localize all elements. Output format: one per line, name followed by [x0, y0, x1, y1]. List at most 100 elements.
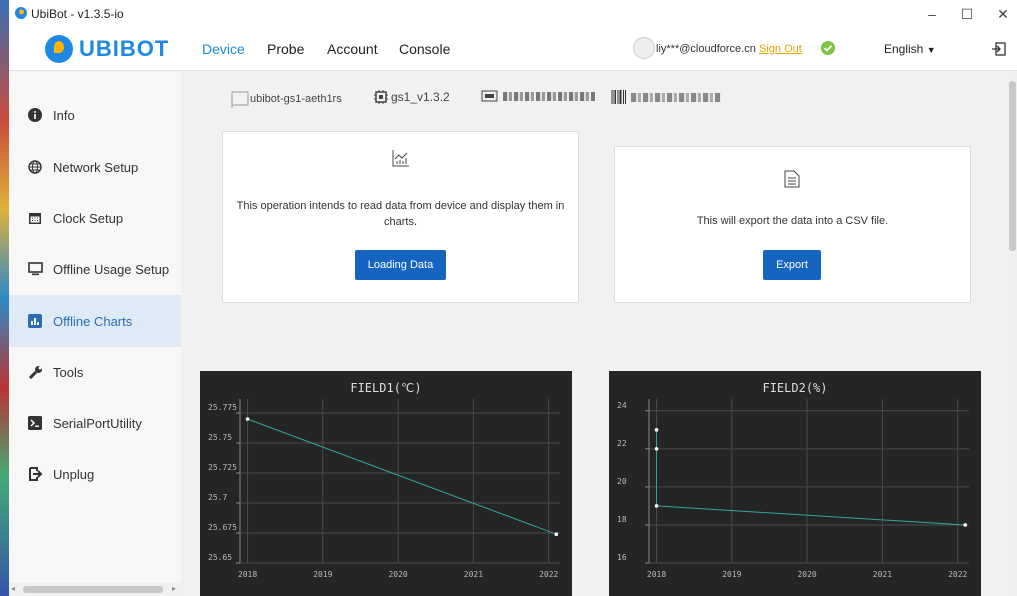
- terminal-icon: [27, 415, 43, 431]
- y-tick-label: 20: [617, 477, 627, 486]
- device-icon: [231, 91, 249, 108]
- chart-area-icon: [392, 150, 409, 167]
- sidebar-horizontal-scrollbar[interactable]: ◂ ▸: [9, 583, 181, 596]
- minimize-icon[interactable]: –: [925, 6, 939, 22]
- sidebar-item-unplug[interactable]: Unplug: [9, 448, 181, 500]
- loading-data-button[interactable]: Loading Data: [355, 250, 446, 280]
- scrollbar-thumb[interactable]: [1009, 81, 1016, 251]
- calendar-icon: [27, 210, 43, 226]
- y-tick-label: 18: [617, 515, 627, 524]
- data-point: [245, 417, 250, 421]
- nav-device[interactable]: Device: [202, 41, 245, 57]
- load-data-card: This operation intends to read data from…: [222, 131, 579, 303]
- nav-probe[interactable]: Probe: [267, 41, 304, 57]
- data-point: [654, 504, 659, 508]
- y-tick-label: 16: [617, 553, 627, 562]
- top-navbar: UBIBOT Device Probe Account Console liy*…: [9, 28, 1017, 71]
- caret-down-icon: ▼: [926, 45, 936, 55]
- x-tick-label: 2019: [722, 570, 741, 579]
- exit-icon[interactable]: [991, 41, 1007, 57]
- mac-icon: [481, 90, 498, 102]
- export-card: This will export the data into a CSV fil…: [614, 146, 971, 303]
- user-avatar[interactable]: [633, 37, 655, 59]
- sidebar-item-tools[interactable]: Tools: [9, 346, 181, 398]
- sidebar-item-clock-setup[interactable]: Clock Setup: [9, 192, 181, 244]
- maximize-icon[interactable]: ☐: [960, 6, 974, 23]
- x-tick-label: 2019: [313, 570, 332, 579]
- series-line: [656, 429, 966, 526]
- info-icon: [27, 107, 43, 123]
- y-tick-label: 25.775: [208, 403, 237, 412]
- sidebar-item-label: Info: [53, 107, 75, 123]
- logo-mark-icon: [45, 35, 73, 63]
- connected-check-icon: [821, 41, 835, 55]
- sidebar-item-label: Network Setup: [53, 159, 139, 175]
- x-tick-label: 2020: [388, 570, 407, 579]
- language-label: English: [884, 42, 924, 56]
- export-button[interactable]: Export: [763, 250, 821, 280]
- monitor-icon: [27, 261, 43, 277]
- sidebar-item-offline-usage-setup[interactable]: Offline Usage Setup: [9, 243, 181, 295]
- y-tick-label: 25.75: [208, 433, 232, 442]
- sidebar-item-label: SerialPortUtility: [53, 415, 142, 431]
- sidebar-item-offline-charts[interactable]: Offline Charts: [9, 295, 181, 347]
- barcode-icon: [611, 90, 626, 104]
- sidebar-item-serial-port-utility[interactable]: SerialPortUtility: [9, 397, 181, 449]
- nav-console[interactable]: Console: [399, 41, 450, 57]
- ubibot-logo[interactable]: UBIBOT: [45, 34, 169, 64]
- y-tick-label: 25.675: [208, 523, 237, 532]
- app-icon: [15, 7, 27, 19]
- data-point: [654, 447, 659, 451]
- main-content: ubibot-gs1-aeth1rs gs1_v1.3.2 This opera…: [181, 71, 1008, 596]
- export-description: This will export the data into a CSV fil…: [696, 215, 889, 227]
- y-tick-label: 24: [617, 401, 627, 410]
- window-titlebar: UbiBot - v1.3.5-io – ☐ ✕: [9, 0, 1017, 29]
- desktop-edge: [0, 0, 9, 596]
- sidebar-item-label: Offline Charts: [53, 313, 133, 329]
- chart-field2-plot: 16182022242018 2019 2020 2021 2022: [617, 399, 969, 579]
- y-tick-label: 25.7: [208, 493, 227, 502]
- x-tick-label: 2022: [539, 570, 558, 579]
- y-tick-label: 22: [617, 439, 627, 448]
- nav-account[interactable]: Account: [327, 41, 378, 57]
- scroll-right-icon[interactable]: ▸: [172, 584, 176, 593]
- bar-chart-icon: [27, 313, 43, 329]
- y-tick-label: 25.65: [208, 553, 232, 562]
- mac-value-redacted: [503, 91, 595, 101]
- device-mac: [481, 89, 595, 103]
- data-point: [963, 523, 968, 527]
- scrollbar-thumb[interactable]: [23, 586, 163, 593]
- y-tick-label: 25.725: [208, 463, 237, 472]
- user-email: liy***@cloudforce.cn: [656, 43, 756, 55]
- x-tick-label: 2020: [797, 570, 816, 579]
- window-title: UbiBot - v1.3.5-io: [31, 7, 124, 21]
- scroll-left-icon[interactable]: ◂: [11, 584, 15, 593]
- data-point: [654, 428, 659, 432]
- x-tick-label: 2021: [873, 570, 892, 579]
- device-firmware: gs1_v1.3.2: [373, 89, 450, 105]
- chart-field1: FIELD1(℃) 25.65 25.675 25.7 25.725 25.75 25.7…: [200, 371, 572, 596]
- language-select[interactable]: English ▼: [884, 42, 936, 56]
- sign-out-link[interactable]: Sign Out: [759, 43, 802, 55]
- sidebar-item-label: Offline Usage Setup: [53, 261, 170, 277]
- sidebar: Info Network Setup Clock Setup Offline U…: [9, 71, 181, 583]
- sidebar-item-network-setup[interactable]: Network Setup: [9, 141, 181, 193]
- data-point: [554, 532, 559, 536]
- main-vertical-scrollbar[interactable]: [1008, 71, 1017, 596]
- sidebar-item-info[interactable]: Info: [9, 89, 181, 141]
- x-tick-label: 2021: [464, 570, 483, 579]
- logo-text: UBIBOT: [79, 36, 170, 61]
- globe-icon: [27, 159, 43, 175]
- sidebar-item-label: Unplug: [53, 466, 95, 482]
- x-tick-label: 2018: [238, 570, 257, 579]
- wrench-icon: [27, 364, 43, 380]
- load-data-description: This operation intends to read data from…: [236, 200, 565, 228]
- sidebar-item-label: Clock Setup: [53, 210, 124, 226]
- chart-field2: FIELD2(%) 16 18 20 22 24 2018 2019 2020 2021 2022: [609, 371, 981, 596]
- close-icon[interactable]: ✕: [996, 6, 1010, 23]
- document-icon: [784, 170, 800, 188]
- x-tick-label: 2022: [948, 570, 967, 579]
- unplug-icon: [27, 466, 43, 482]
- series-line: [247, 418, 557, 535]
- device-serial: [611, 89, 721, 105]
